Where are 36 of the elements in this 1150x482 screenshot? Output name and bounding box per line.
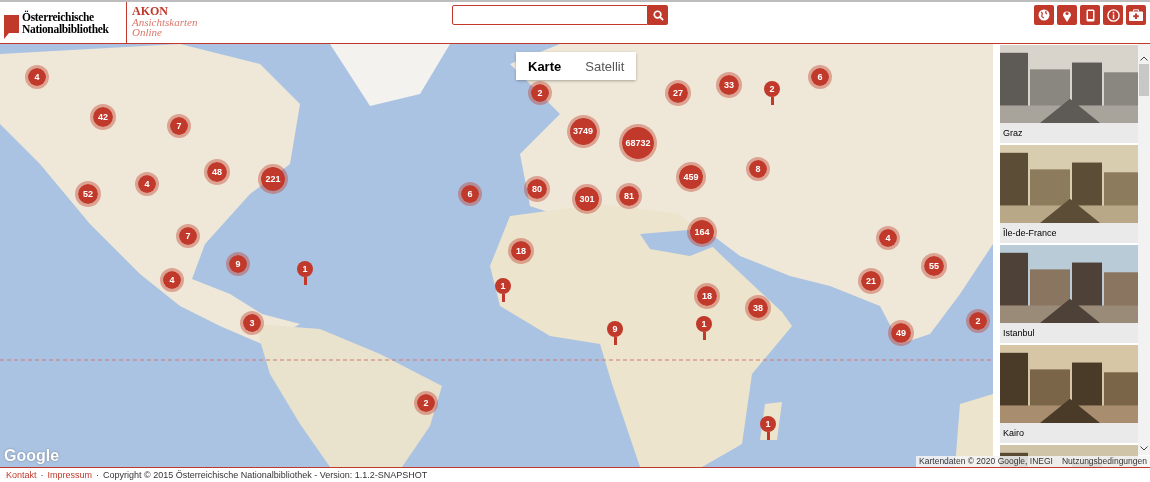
app-title: AKON <box>132 5 169 17</box>
first-aid-button[interactable] <box>1126 5 1146 25</box>
mobile-button[interactable] <box>1080 5 1100 25</box>
first-aid-kit-icon <box>1129 9 1143 21</box>
bookmark-flag-icon <box>4 15 19 39</box>
scrollbar[interactable] <box>1138 44 1150 455</box>
map-pin-button[interactable] <box>1057 5 1077 25</box>
terms-link[interactable]: Nutzungsbedingungen <box>1061 456 1147 467</box>
search-icon <box>652 9 664 21</box>
google-logo: Google <box>4 447 60 465</box>
app-subtitle: Ansichtskarten <box>132 17 199 27</box>
globe-button[interactable] <box>1034 5 1054 25</box>
footer-link[interactable]: Impressum <box>47 470 93 480</box>
chevron-down-icon <box>1140 446 1148 451</box>
postcard-caption: Île-de-France <box>1000 223 1138 243</box>
map-type-tab[interactable]: Satellit <box>573 52 637 80</box>
logo-text: Nationalbibliothek <box>22 22 109 35</box>
postcard-caption: Graz <box>1000 123 1138 143</box>
app-subtitle: Online <box>132 27 163 37</box>
postcard-caption: Istanbul <box>1000 323 1138 343</box>
postcard-caption: Kairo <box>1000 423 1138 443</box>
globe-icon <box>1038 9 1050 21</box>
logo-text: Österreichische <box>22 10 95 23</box>
search-button[interactable] <box>648 5 668 25</box>
info-button[interactable] <box>1103 5 1123 25</box>
copyright-text: Copyright © 2015 Österreichische Nationalbibliothek - Version: 1.1.2-SNAPSHOT <box>103 470 428 480</box>
chevron-up-icon <box>1140 56 1148 61</box>
separator: · <box>96 470 100 480</box>
info-icon <box>1106 8 1120 22</box>
search-field[interactable] <box>452 5 648 25</box>
separator: · <box>40 470 44 480</box>
phone-icon <box>1085 8 1095 22</box>
map-attribution: Kartendaten © 2020 Google, INEGI <box>919 456 1053 467</box>
scrollbar-thumb[interactable] <box>1139 64 1149 96</box>
footer-link[interactable]: Kontakt <box>6 470 37 480</box>
map-type-tab[interactable]: Karte <box>516 52 574 80</box>
